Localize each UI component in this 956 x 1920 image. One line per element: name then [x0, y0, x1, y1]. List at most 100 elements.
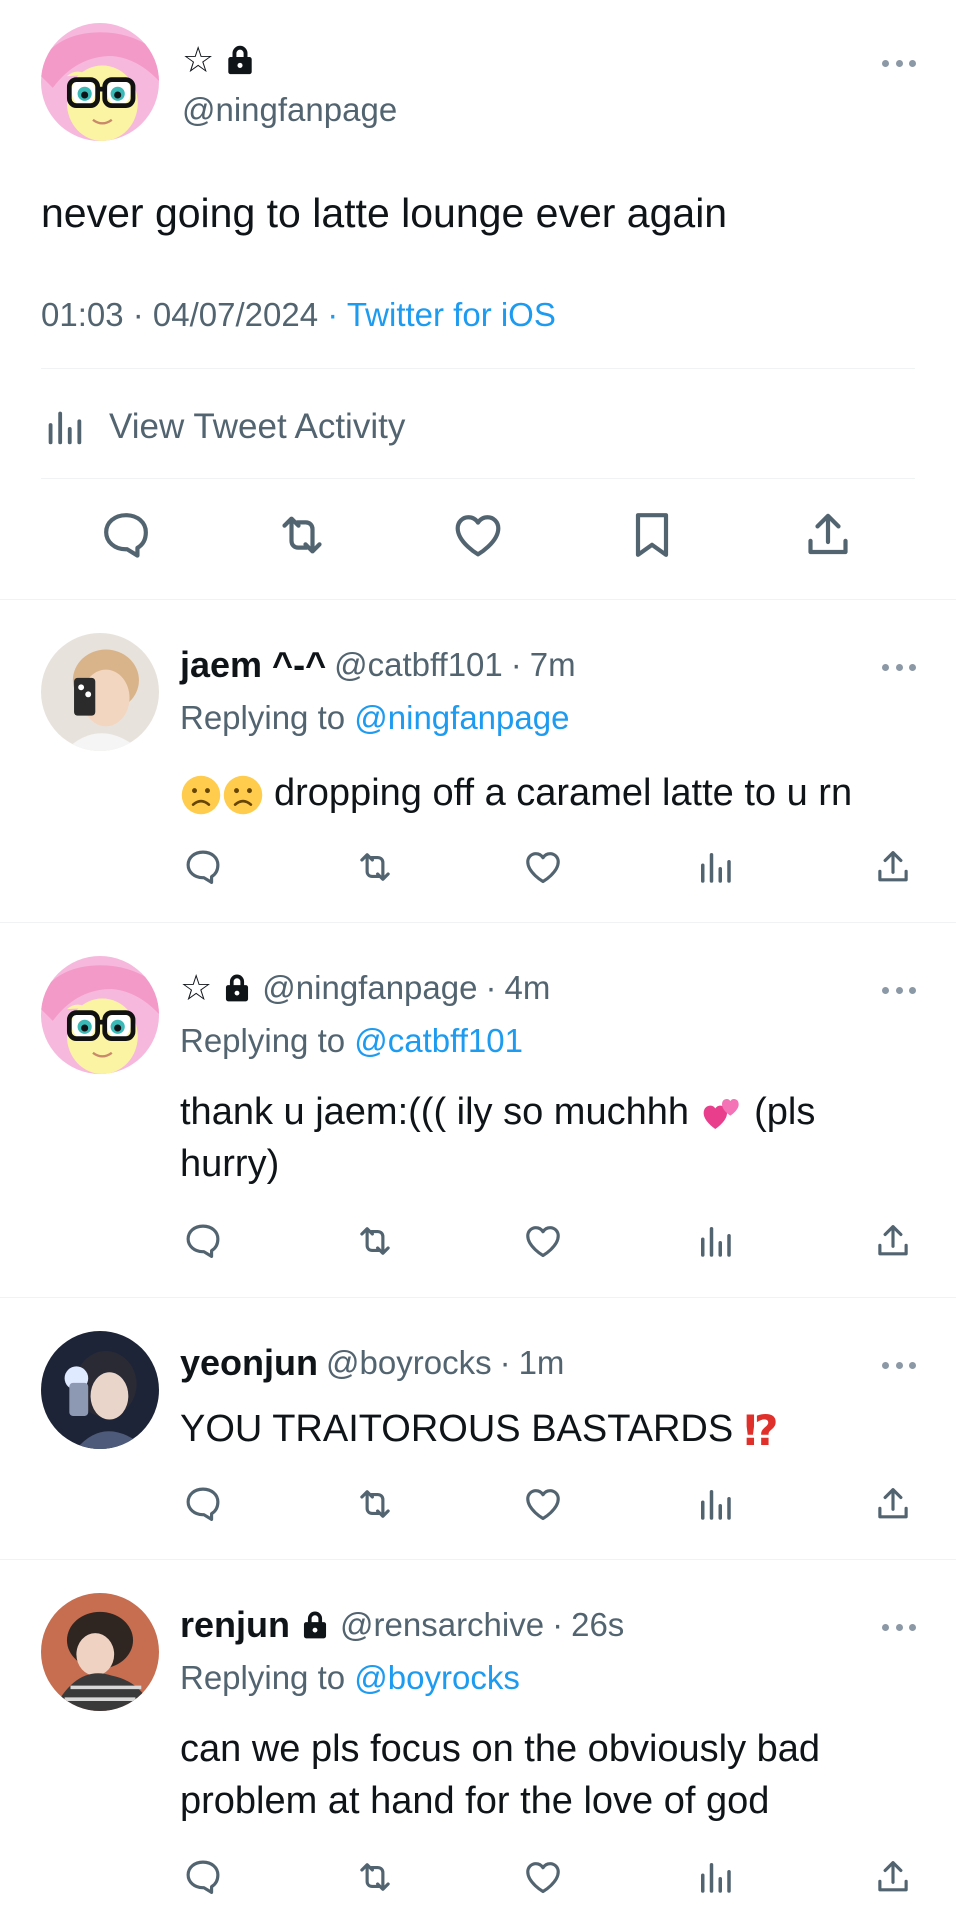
handle[interactable]: @rensarchive	[340, 1606, 544, 1644]
reply-tweet[interactable]: jaem ^-^ @catbff101 · 7m Replying to @ni…	[0, 601, 956, 923]
retweet-icon	[274, 507, 330, 563]
replying-to-label: Replying to	[180, 1659, 355, 1696]
retweet-icon	[354, 1220, 396, 1262]
avatar[interactable]	[41, 956, 159, 1074]
views-icon	[694, 1856, 736, 1898]
header-separator: ·	[485, 969, 497, 1006]
share-button[interactable]	[868, 1479, 918, 1529]
handle[interactable]: @ningfanpage	[182, 91, 397, 129]
like-icon	[522, 1220, 564, 1262]
more-options-button[interactable]	[882, 1621, 916, 1633]
view-tweet-activity-button[interactable]: View Tweet Activity	[41, 402, 405, 452]
views-button[interactable]	[690, 842, 740, 892]
dot-icon	[909, 663, 916, 671]
yeonjun-avatar-image	[41, 1331, 159, 1449]
display-name[interactable]: ☆	[182, 38, 258, 82]
tweet-meta: 01:03 · 04/07/2024 · Twitter for iOS	[41, 296, 556, 334]
share-button[interactable]	[868, 1852, 918, 1902]
reply-button[interactable]	[178, 1852, 228, 1902]
retweet-button[interactable]	[350, 1852, 400, 1902]
meta-separator: ·	[123, 296, 153, 333]
retweet-button[interactable]	[350, 1479, 400, 1529]
reply-header: renjun @rensarchive · 26s	[180, 1603, 624, 1647]
like-icon	[450, 507, 506, 563]
tweet-actions	[0, 842, 956, 892]
like-button[interactable]	[518, 842, 568, 892]
like-button[interactable]	[518, 1479, 568, 1529]
reply-tweet[interactable]: yeonjun @boyrocks · 1m YOU TRAITOROUS BA…	[0, 1299, 956, 1560]
renjun-avatar-image	[41, 1593, 159, 1711]
replying-to-link[interactable]: @ningfanpage	[354, 699, 569, 736]
reply-button[interactable]	[96, 505, 156, 565]
more-options-button[interactable]	[882, 984, 916, 996]
reply-button[interactable]	[178, 1216, 228, 1266]
views-icon	[694, 1220, 736, 1262]
retweet-icon	[354, 1856, 396, 1898]
reply-icon	[182, 1220, 224, 1262]
share-button[interactable]	[868, 1216, 918, 1266]
divider	[41, 368, 915, 369]
timestamp[interactable]: 1m	[519, 1344, 565, 1382]
avatar[interactable]	[41, 633, 159, 751]
reply-text: dropping off a caramel latte to u rn	[180, 767, 920, 819]
reply-button[interactable]	[178, 842, 228, 892]
more-options-button[interactable]	[882, 57, 916, 69]
views-button[interactable]	[690, 1216, 740, 1266]
main-tweet: ☆ @ningfanpage never going to latte loun…	[0, 0, 956, 600]
reply-tweet[interactable]: ☆ @ningfanpage · 4m Replying to @catbff1…	[0, 924, 956, 1298]
retweet-button[interactable]	[350, 842, 400, 892]
replying-to-link[interactable]: @catbff101	[354, 1022, 523, 1059]
share-button[interactable]	[798, 505, 858, 565]
replying-to-link[interactable]: @boyrocks	[354, 1659, 520, 1696]
views-icon	[694, 846, 736, 888]
like-button[interactable]	[518, 1216, 568, 1266]
reply-text-content: thank u jaem:((( ily so muchhh	[180, 1091, 700, 1133]
share-icon	[872, 1856, 914, 1898]
tweet-text: never going to latte lounge ever again	[41, 190, 728, 236]
timestamp[interactable]: 26s	[571, 1606, 624, 1644]
views-button[interactable]	[690, 1479, 740, 1529]
frowning-face-icon	[181, 775, 221, 815]
retweet-button[interactable]	[350, 1216, 400, 1266]
reply-button[interactable]	[178, 1479, 228, 1529]
avatar[interactable]	[41, 1593, 159, 1711]
handle[interactable]: @catbff101	[334, 646, 503, 684]
display-name[interactable]: yeonjun	[180, 1342, 318, 1384]
dot-icon	[882, 59, 889, 67]
retweet-button[interactable]	[272, 505, 332, 565]
header-separator: ·	[552, 1606, 564, 1643]
reply-tweet[interactable]: renjun @rensarchive · 26s Replying to @b…	[0, 1561, 956, 1920]
retweet-icon	[354, 1483, 396, 1525]
lock-icon	[220, 971, 254, 1005]
share-icon	[800, 507, 856, 563]
share-icon	[872, 1483, 914, 1525]
views-button[interactable]	[690, 1852, 740, 1902]
tweet-source-link[interactable]: Twitter for iOS	[347, 296, 556, 333]
tweet-time[interactable]: 01:03	[41, 296, 124, 333]
tweet-actions	[0, 1216, 956, 1266]
display-name[interactable]: renjun	[180, 1604, 290, 1646]
avatar[interactable]	[41, 23, 159, 141]
bookmark-button[interactable]	[622, 505, 682, 565]
pony-avatar-image	[41, 23, 159, 141]
more-options-button[interactable]	[882, 661, 916, 673]
timestamp[interactable]: 4m	[504, 969, 550, 1007]
reply-icon	[98, 507, 154, 563]
handle[interactable]: @ningfanpage	[262, 969, 477, 1007]
more-options-button[interactable]	[882, 1359, 916, 1371]
reply-text: YOU TRAITOROUS BASTARDS ⁉	[180, 1403, 920, 1457]
jaem-avatar-image	[41, 633, 159, 751]
like-button[interactable]	[518, 1852, 568, 1902]
share-button[interactable]	[868, 842, 918, 892]
avatar[interactable]	[41, 1331, 159, 1449]
dot-icon	[909, 1361, 916, 1369]
like-button[interactable]	[448, 505, 508, 565]
reply-header: jaem ^-^ @catbff101 · 7m	[180, 643, 576, 687]
like-icon	[522, 1483, 564, 1525]
display-name[interactable]: jaem ^-^	[180, 644, 326, 686]
handle[interactable]: @boyrocks	[326, 1344, 492, 1382]
tweet-date[interactable]: 04/07/2024	[153, 296, 318, 333]
display-name[interactable]: ☆	[180, 967, 212, 1009]
reply-text: thank u jaem:((( ily so muchhh (pls hurr…	[180, 1086, 910, 1190]
timestamp[interactable]: 7m	[530, 646, 576, 684]
